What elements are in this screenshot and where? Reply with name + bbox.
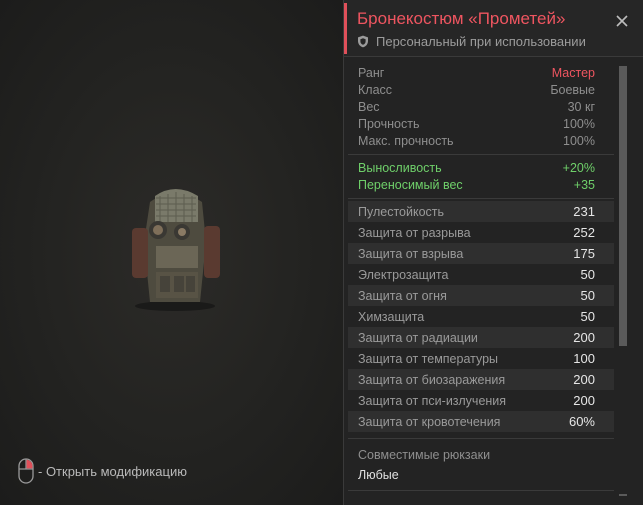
- protection-label: Электрозащита: [358, 267, 449, 282]
- stats-scrollbar[interactable]: [619, 66, 627, 496]
- stat-row-class: Класс Боевые: [348, 81, 614, 98]
- protection-section: Пулестойкость 231 Защита от разрыва 252 …: [348, 199, 614, 439]
- protection-value: 200: [573, 393, 595, 408]
- protection-label: Защита от разрыва: [358, 225, 471, 240]
- open-modification-hint: - Открыть модификацию: [18, 458, 187, 484]
- armor-suit-image: [132, 189, 220, 311]
- protection-label: Защита от радиации: [358, 330, 478, 345]
- protection-value: 50: [580, 288, 595, 303]
- bonus-label: Выносливость: [358, 160, 442, 175]
- stat-label: Прочность: [358, 116, 420, 131]
- item-details-panel: Бронекостюм «Прометей» Персональный при …: [343, 0, 643, 505]
- panel-header: Бронекостюм «Прометей» Персональный при …: [344, 0, 643, 57]
- protection-row: Защита от огня 50: [348, 285, 614, 306]
- info-section: Ранг Мастер Класс Боевые Вес 30 кг Прочн…: [348, 58, 614, 155]
- protection-row: Химзащита 50: [348, 306, 614, 327]
- protection-value: 200: [573, 330, 595, 345]
- stat-value: 100%: [563, 116, 595, 131]
- stat-row-rank: Ранг Мастер: [348, 64, 614, 81]
- stat-label: Ранг: [358, 65, 385, 80]
- stat-value: Мастер: [551, 65, 595, 80]
- protection-row: Пулестойкость 231: [348, 201, 614, 222]
- binding-text: Персональный при использовании: [376, 34, 586, 49]
- protection-label: Защита от кровотечения: [358, 414, 501, 429]
- protection-row: Защита от кровотечения 60%: [348, 411, 614, 432]
- scrollbar-thumb[interactable]: [619, 66, 627, 346]
- stat-value: Боевые: [550, 82, 595, 97]
- stat-value: 100%: [563, 133, 595, 148]
- header-accent-bar: [344, 3, 347, 54]
- stat-row-durability: Прочность 100%: [348, 115, 614, 132]
- protection-row: Защита от разрыва 252: [348, 222, 614, 243]
- protection-row: Электрозащита 50: [348, 264, 614, 285]
- protection-label: Защита от пси-излучения: [358, 393, 507, 408]
- compatible-backpacks-label: Совместимые рюкзаки: [358, 448, 491, 462]
- bonus-section: Выносливость +20% Переносимый вес +35: [348, 155, 614, 199]
- bonus-row-carry-weight: Переносимый вес +35: [348, 176, 614, 193]
- compatible-backpacks-section: Совместимые рюкзаки Любые: [348, 439, 614, 491]
- stat-label: Вес: [358, 99, 380, 114]
- item-title: Бронекостюм «Прометей»: [357, 9, 566, 28]
- stat-row-max-durability: Макс. прочность 100%: [348, 132, 614, 149]
- protection-value: 50: [580, 309, 595, 324]
- protection-label: Защита от взрыва: [358, 246, 464, 261]
- stat-value: 30 кг: [567, 99, 595, 114]
- hint-text: - Открыть модификацию: [38, 463, 187, 479]
- protection-label: Защита от огня: [358, 288, 447, 303]
- stat-label: Макс. прочность: [358, 133, 454, 148]
- protection-value: 100: [573, 351, 595, 366]
- compatible-backpacks-value: Любые: [358, 468, 399, 482]
- mouse-right-click-icon: [18, 458, 34, 484]
- protection-value: 200: [573, 372, 595, 387]
- stat-label: Класс: [358, 82, 393, 97]
- protection-value: 175: [573, 246, 595, 261]
- protection-row: Защита от взрыва 175: [348, 243, 614, 264]
- protection-row: Защита от биозаражения 200: [348, 369, 614, 390]
- protection-label: Защита от биозаражения: [358, 372, 506, 387]
- bonus-row-stamina: Выносливость +20%: [348, 159, 614, 176]
- stat-row-weight: Вес 30 кг: [348, 98, 614, 115]
- close-icon[interactable]: [615, 14, 629, 28]
- protection-row: Защита от температуры 100: [348, 348, 614, 369]
- stats-list: Ранг Мастер Класс Боевые Вес 30 кг Прочн…: [348, 58, 614, 505]
- item-preview-area: - Открыть модификацию: [0, 0, 343, 505]
- protection-label: Химзащита: [358, 309, 425, 324]
- protection-row: Защита от пси-излучения 200: [348, 390, 614, 411]
- protection-value: 50: [580, 267, 595, 282]
- protection-value: 252: [573, 225, 595, 240]
- bonus-value: +35: [573, 177, 595, 192]
- protection-label: Пулестойкость: [358, 204, 445, 219]
- protection-value: 231: [573, 204, 595, 219]
- protection-value: 60%: [568, 414, 595, 429]
- binding-info: Персональный при использовании: [357, 34, 586, 49]
- shield-icon: [358, 35, 368, 48]
- scrollbar-end: [619, 494, 627, 496]
- bonus-label: Переносимый вес: [358, 177, 463, 192]
- bonus-value: +20%: [562, 160, 595, 175]
- protection-row: Защита от радиации 200: [348, 327, 614, 348]
- protection-label: Защита от температуры: [358, 351, 499, 366]
